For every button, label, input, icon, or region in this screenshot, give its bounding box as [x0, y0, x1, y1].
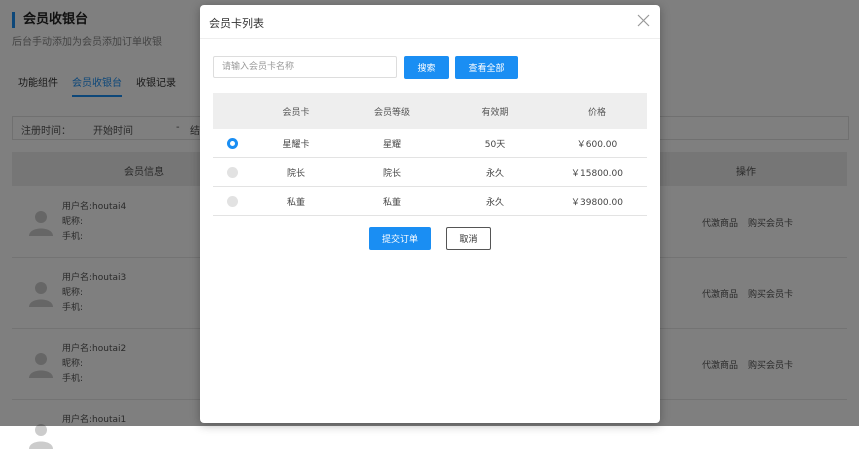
card-price-cell: ￥39800.00: [547, 186, 647, 216]
level-column-header: 会员等级: [341, 93, 443, 129]
cancel-button[interactable]: 取消: [446, 227, 491, 250]
card-radio[interactable]: [226, 195, 238, 207]
card-validity-cell: 永久: [443, 157, 547, 187]
search-button[interactable]: 搜索: [404, 56, 449, 79]
card-price-cell: ￥15800.00: [547, 157, 647, 187]
table-row[interactable]: 星耀卡 星耀 50天 ￥600.00: [213, 129, 647, 158]
card-validity-cell: 永久: [443, 186, 547, 216]
member-card-modal: 会员卡列表 搜索 查看全部 会员卡 会员等级 有效期 价格 星耀卡 星耀 50天…: [200, 5, 660, 423]
modal-title: 会员卡列表: [209, 17, 264, 30]
card-level-cell: 星耀: [341, 129, 443, 158]
card-level-cell: 院长: [341, 157, 443, 187]
card-validity-cell: 50天: [443, 129, 547, 158]
modal-header: 会员卡列表: [200, 5, 660, 39]
card-price-cell: ￥600.00: [547, 129, 647, 158]
member-card-table: 会员卡 会员等级 有效期 价格 星耀卡 星耀 50天 ￥600.00 院长 院长…: [213, 93, 647, 216]
view-all-button[interactable]: 查看全部: [455, 56, 518, 79]
card-name-cell: 私董: [251, 186, 341, 216]
card-level-cell: 私董: [341, 186, 443, 216]
price-column-header: 价格: [547, 93, 647, 129]
table-row[interactable]: 院长 院长 永久 ￥15800.00: [213, 157, 647, 187]
card-name-cell: 院长: [251, 157, 341, 187]
card-radio-selected[interactable]: [226, 137, 238, 149]
table-row[interactable]: 私董 私董 永久 ￥39800.00: [213, 186, 647, 216]
card-radio[interactable]: [226, 166, 238, 178]
close-icon[interactable]: [637, 14, 650, 27]
validity-column-header: 有效期: [443, 93, 547, 129]
select-column-header: [213, 93, 251, 129]
card-column-header: 会员卡: [251, 93, 341, 129]
card-name-search-input[interactable]: [213, 56, 397, 78]
submit-order-button[interactable]: 提交订单: [369, 227, 431, 250]
card-table-header: 会员卡 会员等级 有效期 价格: [213, 93, 647, 129]
card-name-cell: 星耀卡: [251, 129, 341, 158]
